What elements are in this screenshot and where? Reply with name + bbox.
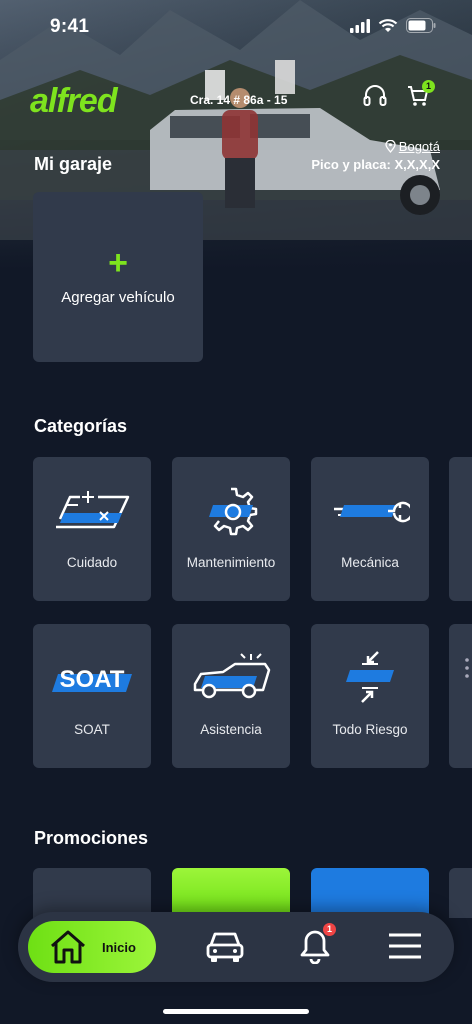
nav-garage-button[interactable] <box>206 929 244 968</box>
nav-notifications-button[interactable]: 1 <box>300 923 336 965</box>
cellular-signal-icon <box>350 18 370 33</box>
menu-icon <box>389 933 421 959</box>
category-todo-riesgo[interactable]: Todo Riesgo <box>311 624 429 768</box>
collision-icon <box>346 651 394 703</box>
category-label: Asistencia <box>200 722 262 737</box>
location-pin-icon <box>385 140 396 153</box>
city-label: Bogotá <box>398 139 440 154</box>
headset-icon <box>363 85 387 106</box>
category-soat[interactable]: SOAT SOAT <box>33 624 151 768</box>
category-card-partial[interactable] <box>449 624 472 768</box>
category-cuidado[interactable]: Cuidado <box>33 457 151 601</box>
category-label: Mantenimiento <box>186 555 276 570</box>
address-selector[interactable]: Cra. 14 # 86a - 15 <box>190 93 287 107</box>
category-label: Todo Riesgo <box>332 722 408 737</box>
plus-icon: + <box>108 243 128 282</box>
cart-count-badge: 1 <box>422 80 435 93</box>
nav-home-button[interactable]: Inicio <box>28 921 156 973</box>
category-asistencia[interactable]: Asistencia <box>172 624 290 768</box>
pico-y-placa-info: Pico y placa: X,X,X,X <box>311 157 440 172</box>
garage-title: Mi garaje <box>34 154 113 174</box>
category-mecanica[interactable]: Mecánica <box>311 457 429 601</box>
add-vehicle-label: Agregar vehículo <box>61 288 175 306</box>
nav-menu-button[interactable] <box>388 932 422 965</box>
home-icon <box>51 930 85 964</box>
promo-card[interactable] <box>172 868 290 918</box>
car-icon <box>206 932 244 962</box>
categories-title: Categorías <box>34 416 128 436</box>
category-label: Mecánica <box>341 555 399 570</box>
gear-icon <box>209 487 258 536</box>
status-time: 9:41 <box>50 16 90 37</box>
more-dots-icon <box>465 658 469 678</box>
wifi-icon <box>378 18 398 32</box>
car-care-icon <box>56 491 130 529</box>
bottom-navigation: Inicio 1 <box>18 912 454 982</box>
notifications-count-badge: 1 <box>323 923 336 936</box>
add-vehicle-button[interactable]: + Agregar vehículo <box>33 192 203 362</box>
soat-icon-text: SOAT <box>60 666 125 693</box>
promo-card-partial[interactable] <box>449 868 472 918</box>
battery-icon <box>406 18 436 33</box>
promo-card[interactable] <box>33 868 151 918</box>
status-bar: 9:41 <box>0 0 472 54</box>
wrench-icon <box>334 501 410 523</box>
alfred-logo: alfred <box>30 82 118 120</box>
nav-home-label: Inicio <box>102 939 136 955</box>
home-indicator <box>163 1009 309 1014</box>
promo-card[interactable] <box>311 868 429 918</box>
promotions-title: Promociones <box>34 828 149 848</box>
city-selector[interactable]: Bogotá <box>385 139 440 154</box>
category-card-partial[interactable] <box>449 457 472 601</box>
category-label: SOAT <box>74 722 110 737</box>
support-button[interactable] <box>362 83 388 114</box>
cart-button[interactable]: 1 <box>406 80 435 108</box>
roadside-assistance-icon <box>193 653 271 699</box>
soat-icon: SOAT <box>52 666 132 693</box>
category-mantenimiento[interactable]: Mantenimiento <box>172 457 290 601</box>
category-label: Cuidado <box>66 555 118 570</box>
